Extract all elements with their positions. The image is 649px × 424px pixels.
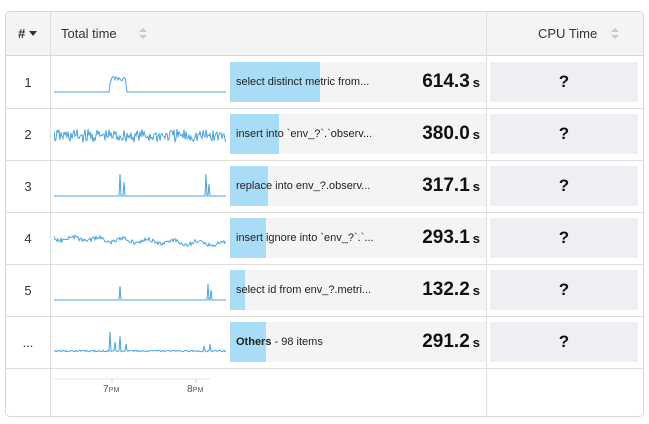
query-cell[interactable]: select distinct metric from... 614.3 s [230, 62, 486, 102]
cpu-time-cell[interactable]: ? [490, 270, 638, 310]
query-label: insert into `env_?`.`observ... [236, 128, 373, 140]
sort-icon [611, 27, 620, 40]
query-cell[interactable]: Others - 98 items 291.2 s [230, 322, 486, 362]
cpu-time-cell[interactable]: ? [490, 114, 638, 154]
cpu-time-cell[interactable]: ? [490, 322, 638, 362]
total-time-value: 293.1 s [422, 218, 480, 258]
query-cell[interactable]: insert ignore into `env_?`.`... 293.1 s [230, 218, 486, 258]
query-text: replace into env_?.observ... [236, 166, 384, 206]
cpu-time-cell[interactable]: ? [490, 218, 638, 258]
sparkline-path [54, 283, 226, 301]
table-row[interactable]: 1 select distinct metric from... 614.3 s? [6, 56, 643, 109]
cpu-time-column-header[interactable]: CPU Time [538, 12, 620, 55]
time-axis [54, 378, 210, 383]
sort-desc-icon [29, 31, 38, 36]
query-label: - 98 items [271, 336, 323, 348]
time-unit: s [472, 75, 480, 90]
query-text: select distinct metric from... [236, 62, 384, 102]
sparkline [54, 331, 226, 353]
time-number: 614.3 [422, 71, 470, 92]
cpu-time-cell[interactable]: ? [490, 62, 638, 102]
time-unit: s [472, 335, 480, 350]
sparkline [54, 283, 226, 301]
sparkline-path [54, 128, 226, 143]
sparkline-path [54, 173, 226, 197]
sparkline [54, 173, 226, 197]
row-rank: 4 [24, 230, 32, 246]
time-number: 293.1 [422, 227, 470, 248]
time-axis-row: 7PM 8PM [6, 367, 643, 416]
axis-tick-label: 8PM [187, 384, 204, 395]
query-bold-label: Others [236, 336, 272, 348]
cpu-time-cell[interactable]: ? [490, 166, 638, 206]
query-label: select distinct metric from... [236, 76, 370, 88]
time-number: 132.2 [422, 279, 470, 300]
total-time-value: 132.2 s [422, 270, 480, 310]
time-unit: s [472, 283, 480, 298]
total-time-value: 317.1 s [422, 166, 480, 206]
table-row[interactable]: 4 insert ignore into `env_?`.`... 293.1 s? [6, 212, 643, 265]
sparkline-path [54, 234, 226, 248]
query-label: select id from env_?.metri... [236, 284, 372, 296]
table-header: # Total time CPU Time [6, 12, 643, 56]
column-divider [486, 12, 487, 416]
time-unit: s [472, 179, 480, 194]
row-rank: 5 [24, 282, 32, 298]
table-row[interactable]: 3 replace into env_?.observ... 317.1 s? [6, 160, 643, 213]
table-row[interactable]: 2 insert into `env_?`.`observ... 380.0 s? [6, 108, 643, 161]
query-text: select id from env_?.metri... [236, 270, 384, 310]
query-text: insert into `env_?`.`observ... [236, 114, 384, 154]
query-cell[interactable]: insert into `env_?`.`observ... 380.0 s [230, 114, 486, 154]
row-rank: 1 [24, 74, 32, 90]
query-label: replace into env_?.observ... [236, 180, 371, 192]
time-unit: s [472, 127, 480, 142]
query-cell[interactable]: replace into env_?.observ... 317.1 s [230, 166, 486, 206]
tick-suffix: PM [108, 387, 120, 394]
sparkline [54, 75, 226, 93]
query-text: Others - 98 items [236, 322, 384, 362]
row-rank: ... [22, 334, 34, 350]
table-row[interactable]: 5 select id from env_?.metri... 132.2 s? [6, 264, 643, 317]
time-unit: s [472, 231, 480, 246]
rank-column-header[interactable]: # [18, 12, 38, 55]
sparkline [54, 234, 226, 248]
time-number: 291.2 [422, 331, 470, 352]
table-row[interactable]: ... Others - 98 items 291.2 s? [6, 316, 643, 369]
row-rank: 2 [24, 126, 32, 142]
axis-tick-label: 7PM [103, 384, 120, 395]
sparkline-path [54, 331, 226, 353]
total-time-column-header[interactable]: Total time [61, 12, 147, 55]
time-number: 317.1 [422, 175, 470, 196]
total-time-value: 614.3 s [422, 62, 480, 102]
column-divider [50, 12, 51, 416]
query-label: insert ignore into `env_?`.`... [236, 232, 374, 244]
rank-header-label: # [18, 26, 26, 41]
total-time-value: 291.2 s [422, 322, 480, 362]
total-time-header-label: Total time [61, 26, 117, 41]
time-number: 380.0 [422, 123, 470, 144]
cpu-time-header-label: CPU Time [538, 26, 598, 41]
row-rank: 3 [24, 178, 32, 194]
query-table: # Total time CPU Time 1 select distinct m… [5, 11, 644, 417]
sparkline-path [54, 75, 226, 93]
query-cell[interactable]: select id from env_?.metri... 132.2 s [230, 270, 486, 310]
query-text: insert ignore into `env_?`.`... [236, 218, 384, 258]
sparkline [54, 128, 226, 143]
total-time-value: 380.0 s [422, 114, 480, 154]
tick-suffix: PM [192, 387, 204, 394]
sort-icon [138, 27, 147, 40]
